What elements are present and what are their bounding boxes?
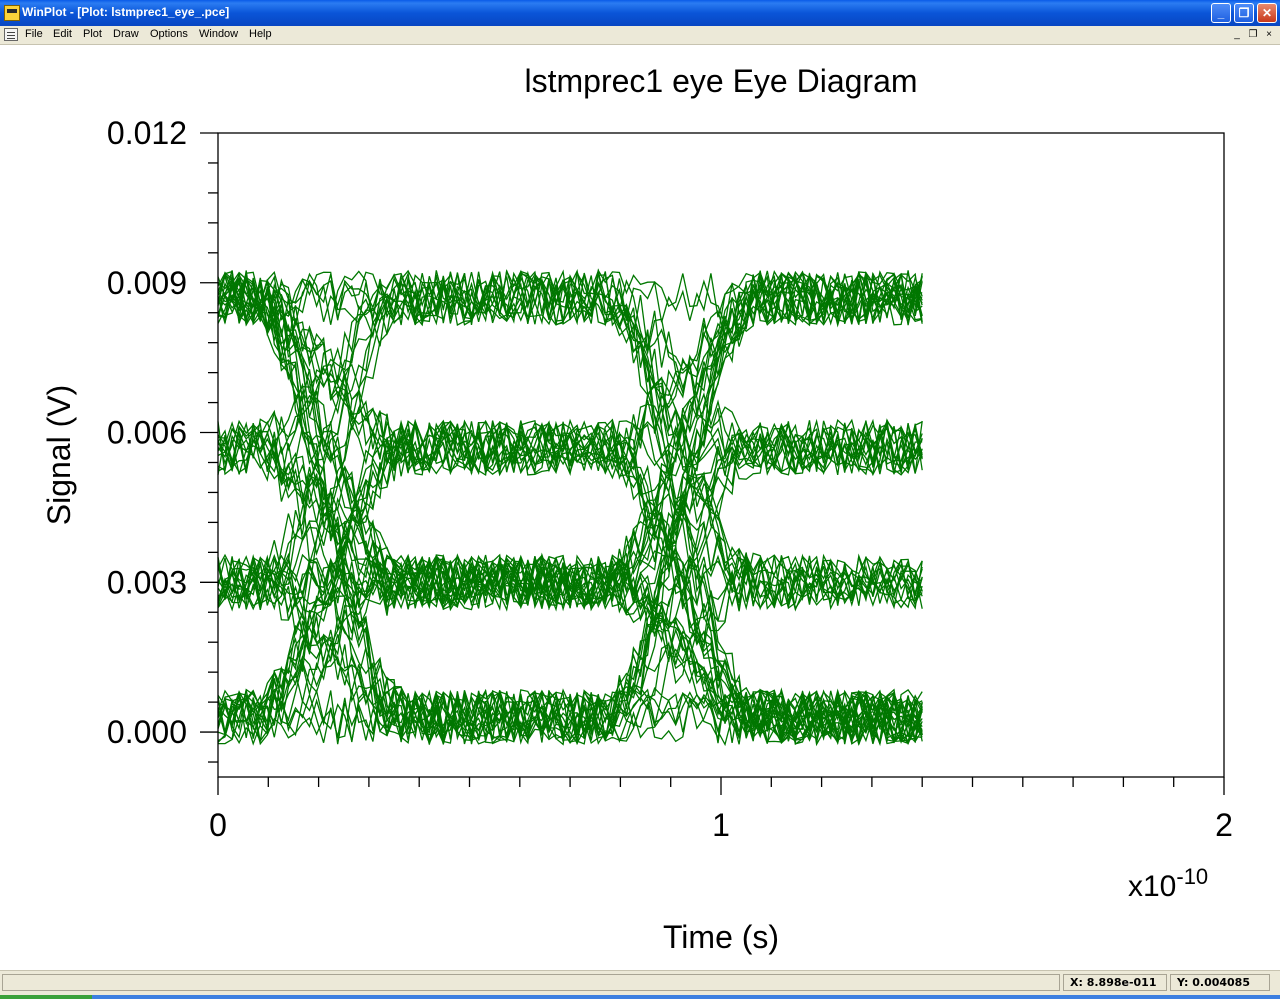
minimize-button[interactable]: _: [1211, 3, 1231, 23]
status-x-readout: X: 8.898e-011: [1063, 974, 1167, 991]
x-axis: 0 1 2: [209, 777, 1233, 843]
y-tick-label: 0.006: [107, 415, 187, 451]
close-button[interactable]: ✕: [1257, 3, 1277, 23]
winplot-app-icon[interactable]: [4, 5, 20, 21]
eye-traces: [217, 268, 923, 747]
menu-bar: File Edit Plot Draw Options Window Help …: [0, 26, 1280, 45]
y-axis: 0.000 0.003 0.006 0.009 0.012: [107, 115, 218, 763]
document-icon[interactable]: [4, 28, 18, 41]
mdi-close-button[interactable]: ×: [1262, 28, 1276, 41]
taskbar-edge: [0, 995, 1280, 999]
y-tick-label: 0.009: [107, 265, 187, 301]
menu-edit[interactable]: Edit: [53, 28, 72, 40]
start-button-edge[interactable]: [0, 995, 92, 999]
y-tick-label: 0.012: [107, 115, 187, 151]
status-message-pane: [2, 974, 1060, 991]
x-axis-label: Time (s): [663, 919, 779, 955]
x-axis-multiplier: x10-10: [1128, 864, 1208, 903]
menu-window[interactable]: Window: [199, 28, 238, 40]
mdi-restore-button[interactable]: ❐: [1246, 28, 1260, 41]
y-axis-label: Signal (V): [41, 385, 77, 526]
window-title-bar: WinPlot - [Plot: lstmprec1_eye_.pce] _ ❐…: [0, 0, 1280, 27]
chart-title: lstmprec1 eye Eye Diagram: [524, 63, 917, 99]
maximize-button[interactable]: ❐: [1234, 3, 1254, 23]
menu-draw[interactable]: Draw: [113, 28, 139, 40]
x-tick-label: 0: [209, 807, 227, 843]
status-y-readout: Y: 0.004085: [1170, 974, 1270, 991]
menu-file[interactable]: File: [25, 28, 43, 40]
y-tick-label: 0.003: [107, 564, 187, 600]
y-tick-label: 0.000: [107, 714, 187, 750]
x-tick-label: 1: [712, 807, 730, 843]
x-tick-label: 2: [1215, 807, 1233, 843]
menu-help[interactable]: Help: [249, 28, 272, 40]
x-multiplier-base: x10: [1128, 870, 1176, 903]
menu-options[interactable]: Options: [150, 28, 188, 40]
eye-diagram-chart[interactable]: lstmprec1 eye Eye Diagram 0.0000.0030.00…: [0, 45, 1280, 970]
mdi-minimize-button[interactable]: _: [1230, 28, 1244, 41]
status-bar: X: 8.898e-011 Y: 0.004085: [0, 970, 1280, 999]
window-title: WinPlot - [Plot: lstmprec1_eye_.pce]: [22, 5, 230, 19]
x-multiplier-exponent: -10: [1176, 864, 1208, 889]
menu-plot[interactable]: Plot: [83, 28, 102, 40]
